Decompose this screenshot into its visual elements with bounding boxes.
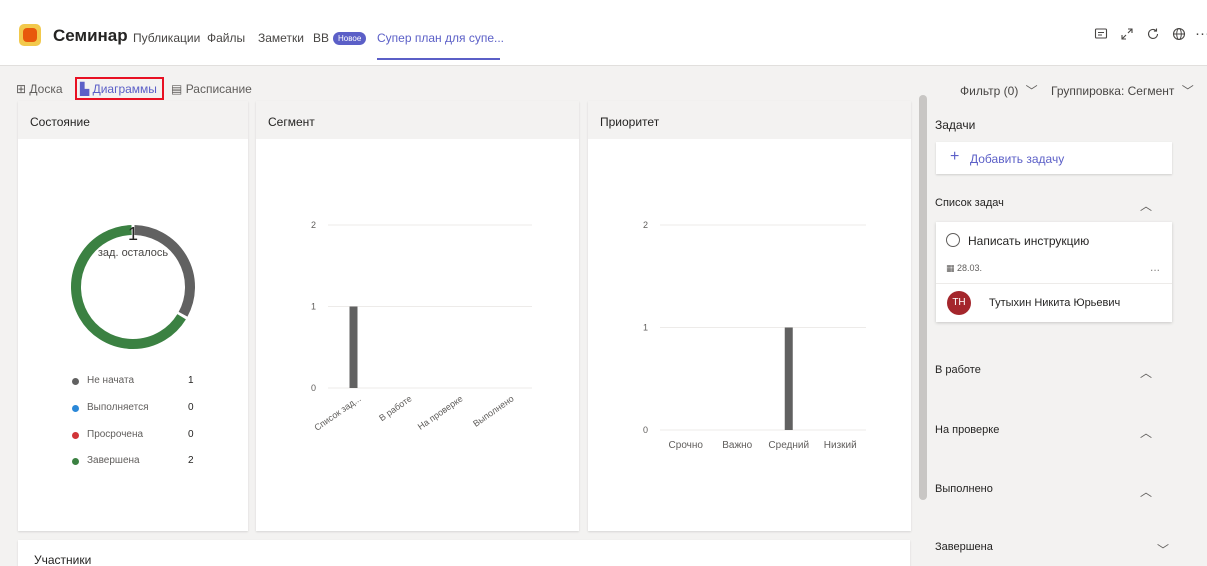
x-tick-label: Средний — [768, 440, 809, 451]
y-tick-label: 2 — [643, 220, 648, 230]
tab-schedule-label: Расписание — [185, 82, 252, 96]
task-title: Написать инструкцию — [968, 234, 1090, 248]
legend-label: Просрочена — [87, 429, 144, 440]
chevron-up-icon[interactable]: ︿ — [1140, 483, 1152, 500]
board-icon: ⊞ — [16, 82, 27, 96]
calendar-icon: ▦ — [946, 263, 955, 273]
x-tick-label: Важно — [722, 440, 752, 451]
task-complete-checkbox[interactable] — [946, 233, 960, 247]
add-task-button[interactable]: + Добавить задачу — [936, 142, 1172, 174]
x-tick-label: В работе — [377, 393, 413, 423]
y-tick-label: 1 — [643, 323, 648, 333]
filter-button[interactable]: Фильтр (0) ﹀ — [960, 82, 1038, 99]
y-tick-label: 1 — [311, 302, 316, 312]
priority-bar-chart: 0 1 2 Срочно Важно Средний Низкий — [643, 220, 866, 451]
tab-notes[interactable]: Заметки — [258, 31, 304, 45]
chevron-down-icon: ﹀ — [1025, 84, 1038, 98]
task-list-heading: Список задач — [935, 197, 1004, 209]
section-done: Выполнено — [935, 483, 993, 495]
task-card[interactable]: Написать инструкцию ▦ 28.03. ... TH Туты… — [936, 222, 1172, 322]
group-by-button[interactable]: Группировка: Сегмент ﹀ — [1051, 82, 1194, 99]
plus-icon: + — [950, 148, 960, 165]
expand-icon[interactable] — [1120, 27, 1134, 45]
y-tick-label: 2 — [311, 220, 316, 230]
team-avatar-icon[interactable] — [19, 24, 41, 46]
legend-item: Просрочена 0 — [72, 429, 232, 443]
bar — [349, 306, 358, 388]
tab-bb[interactable]: BB — [313, 31, 329, 45]
scrollbar[interactable] — [919, 95, 927, 500]
tasks-heading: Задачи — [935, 118, 976, 132]
legend-value: 0 — [188, 402, 194, 413]
legend-swatch — [72, 458, 79, 465]
task-divider — [936, 283, 1172, 284]
y-tick-label: 0 — [311, 383, 316, 393]
legend-swatch — [72, 405, 79, 412]
legend-item: Завершена 2 — [72, 455, 232, 469]
filter-label: Фильтр (0) — [960, 84, 1019, 98]
chevron-down-icon[interactable]: ﹀ — [1157, 541, 1169, 558]
tab-board-label: Доска — [29, 82, 63, 96]
legend-value: 0 — [188, 429, 194, 440]
legend-item: Выполняется 0 — [72, 402, 232, 416]
priority-card: Приоритет 0 1 2 Срочно Важно Средний Низкий — [588, 101, 911, 531]
legend-swatch — [72, 378, 79, 385]
task-more-icon[interactable]: ... — [1150, 260, 1160, 274]
x-tick-label: Список зад... — [312, 393, 362, 432]
status-donut-chart — [71, 225, 195, 349]
legend-swatch — [72, 432, 79, 439]
members-card-title: Участники — [34, 553, 92, 566]
bar — [784, 327, 793, 430]
tab-files[interactable]: Файлы — [207, 31, 245, 45]
status-card-title: Состояние — [18, 101, 248, 139]
segment-bar-chart: 0 1 2 Список зад... В работе На проверке Выпол… — [311, 220, 532, 433]
priority-card-title: Приоритет — [588, 101, 911, 139]
globe-icon[interactable] — [1172, 27, 1186, 45]
section-in-progress: В работе — [935, 364, 981, 376]
segment-card-title: Сегмент — [256, 101, 579, 139]
tab-board[interactable]: ⊞ Доска — [16, 82, 63, 96]
app-header: Семинар Публикации Файлы Заметки BB Ново… — [0, 0, 1207, 66]
members-card: Участники — [18, 540, 910, 566]
tab-schedule[interactable]: ▤ Расписание — [171, 82, 252, 96]
section-review: На проверке — [935, 424, 1000, 436]
section-completed: Завершена — [935, 541, 993, 553]
legend-label: Выполняется — [87, 402, 149, 413]
task-due-date: ▦ 28.03. — [946, 263, 982, 274]
avatar: TH — [947, 291, 971, 315]
schedule-icon: ▤ — [171, 82, 183, 96]
chevron-up-icon[interactable]: ︿ — [1140, 197, 1152, 214]
tab-posts[interactable]: Публикации — [133, 31, 200, 45]
active-tab-indicator — [377, 58, 500, 60]
tasks-remaining-count: 1 — [127, 224, 138, 244]
add-task-label: Добавить задачу — [970, 152, 1065, 166]
tab-plan[interactable]: Супер план для супе... — [377, 31, 504, 45]
x-tick-label: Низкий — [824, 440, 857, 451]
x-tick-label: На проверке — [416, 393, 465, 431]
legend-label: Не начата — [87, 375, 135, 386]
legend-value: 1 — [188, 375, 194, 386]
x-tick-label: Срочно — [669, 440, 704, 451]
more-icon[interactable]: ··· — [1195, 25, 1207, 42]
refresh-icon[interactable] — [1146, 27, 1160, 45]
charts-tab-highlight — [75, 77, 164, 100]
chat-icon[interactable] — [1094, 27, 1108, 45]
assignee-name: Тутыхин Никита Юрьевич — [989, 297, 1121, 309]
chevron-up-icon[interactable]: ︿ — [1140, 424, 1152, 441]
chevron-down-icon: ﹀ — [1181, 84, 1194, 98]
x-tick-label: Выполнено — [471, 393, 516, 428]
new-badge: Новое — [333, 32, 367, 45]
y-tick-label: 0 — [643, 425, 648, 435]
legend-label: Завершена — [87, 455, 140, 466]
group-by-label: Группировка: Сегмент — [1051, 84, 1175, 98]
team-title: Семинар — [53, 26, 128, 45]
segment-card: Сегмент 0 1 2 Список зад... В работе На прове… — [256, 101, 579, 531]
legend-value: 2 — [188, 455, 194, 466]
task-date-value: 28.03. — [957, 263, 983, 273]
chevron-up-icon[interactable]: ︿ — [1140, 364, 1152, 381]
legend-item: Не начата 1 — [72, 375, 232, 389]
tasks-remaining-label: зад. осталось — [97, 247, 169, 259]
